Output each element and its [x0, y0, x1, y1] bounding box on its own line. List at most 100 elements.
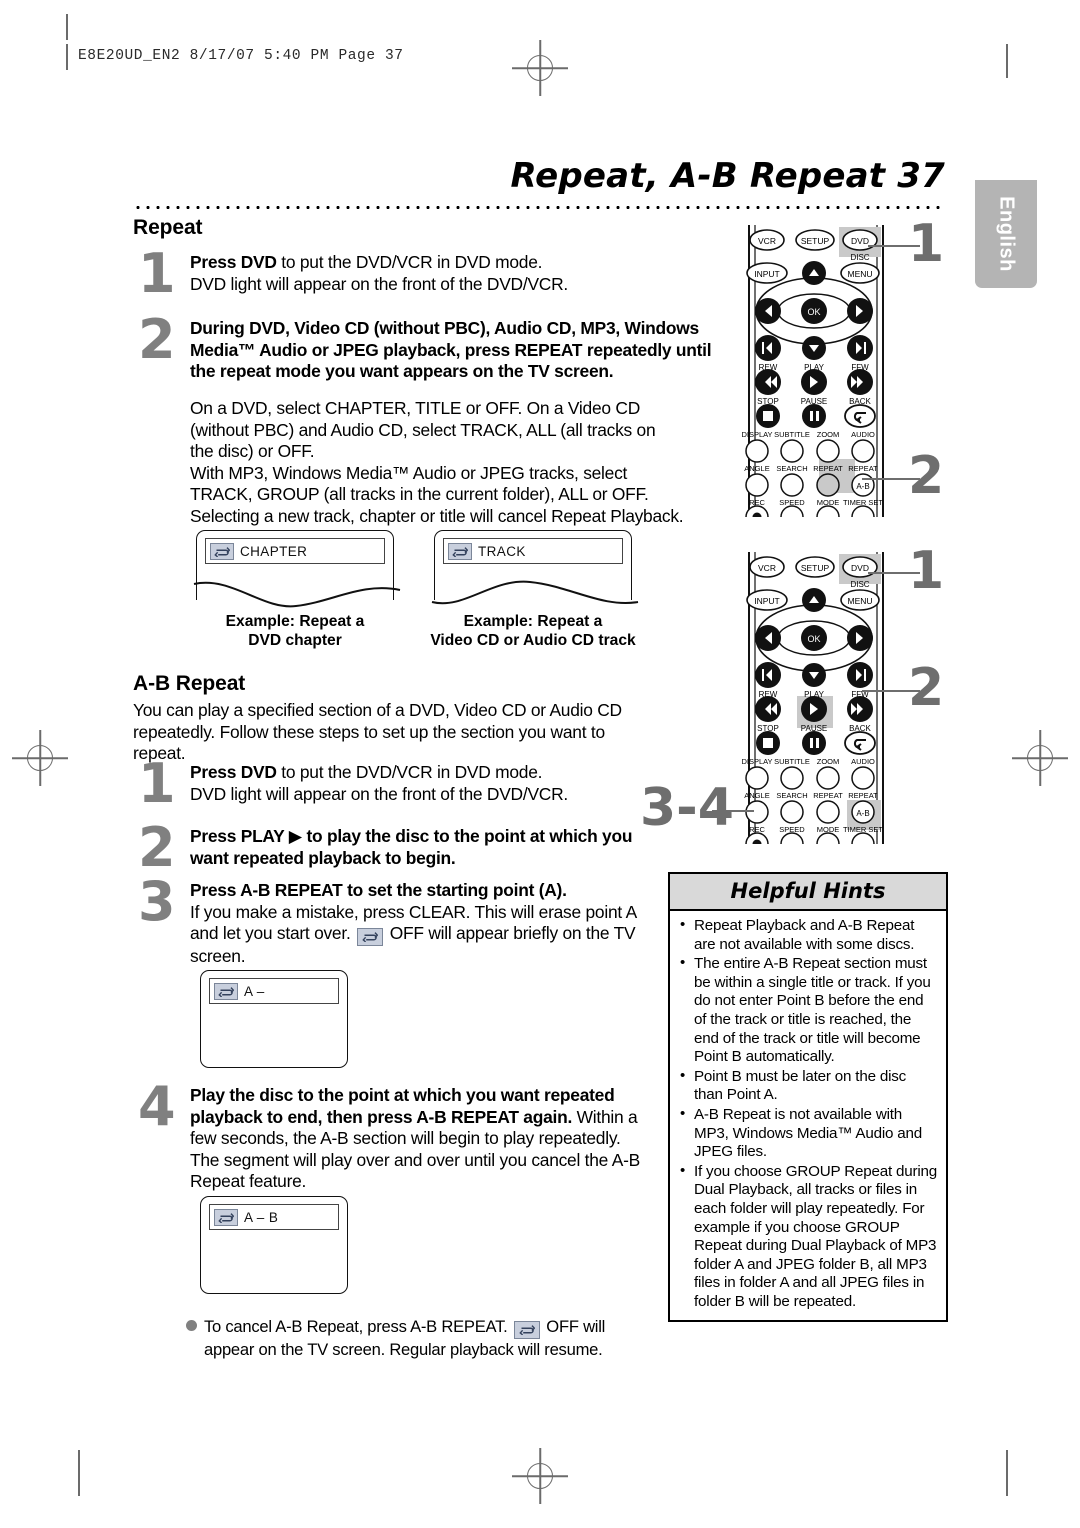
- ab-intro-line-1: You can play a specified section of a DV…: [133, 700, 622, 720]
- hint-item: Repeat Playback and A-B Repeat are not a…: [678, 916, 938, 954]
- helpful-hints-box: Helpful Hints Repeat Playback and A-B Re…: [668, 872, 948, 1323]
- svg-text:SETUP: SETUP: [801, 236, 830, 246]
- ab-repeat-heading: A-B Repeat: [133, 672, 246, 695]
- svg-text:AUDIO: AUDIO: [851, 757, 875, 766]
- osd-label-track: TRACK: [478, 543, 526, 559]
- svg-text:MENU: MENU: [847, 269, 872, 279]
- tv-screen-point-a: A –: [200, 970, 348, 1068]
- hint-item: The entire A-B Repeat section must be wi…: [678, 954, 938, 1067]
- ab-step-1-text: Press DVD to put the DVD/VCR in DVD mode…: [190, 762, 658, 806]
- cancel-note: To cancel A-B Repeat, press A-B REPEAT. …: [186, 1316, 656, 1360]
- repeat-detail-line-6: Selecting a new track, chapter or title …: [190, 505, 684, 526]
- svg-text:OK: OK: [807, 307, 820, 317]
- registration-mark-bottom: [512, 1448, 568, 1504]
- svg-text:INPUT: INPUT: [754, 269, 780, 279]
- repeat-step-1-text: Press DVD to put the DVD/VCR in DVD mode…: [190, 252, 708, 296]
- repeat-icon: [448, 542, 472, 560]
- repeat-detail-line-3: the disc) or OFF.: [190, 441, 315, 461]
- callout-top-2: 2: [908, 446, 945, 506]
- ab-step-1: 1 Press DVD to put the DVD/VCR in DVD mo…: [138, 752, 658, 815]
- helpful-hints-title: Helpful Hints: [670, 874, 946, 911]
- ab-step-2-text: Press PLAY ▶ to play the disc to the poi…: [190, 826, 633, 868]
- ab-step-1-lead-rest: to put the DVD/VCR in DVD mode.: [276, 762, 543, 782]
- repeat-step-2-text: During DVD, Video CD (without PBC), Audi…: [190, 318, 712, 381]
- ab-repeat-intro: You can play a specified section of a DV…: [133, 700, 653, 765]
- svg-text:SUBTITLE: SUBTITLE: [774, 757, 810, 766]
- osd-label-chapter: CHAPTER: [240, 543, 308, 559]
- ab-step-3-bold: Press A-B REPEAT to set the starting poi…: [190, 880, 567, 900]
- tv-example-chapter: CHAPTER: [193, 530, 401, 608]
- repeat-detail-line-1: On a DVD, select CHAPTER, TITLE or OFF. …: [190, 398, 641, 418]
- svg-text:ZOOM: ZOOM: [817, 430, 840, 439]
- svg-text:ANGLE: ANGLE: [744, 791, 769, 800]
- repeat-step-1-number: 1: [138, 242, 176, 305]
- registration-mark-top: [512, 40, 568, 96]
- tv-example-track: TRACK: [431, 530, 639, 605]
- svg-text:DISC: DISC: [850, 253, 869, 262]
- ab-step-1-lead: Press DVD: [190, 762, 277, 782]
- repeat-step-1-lead-rest: to put the DVD/VCR in DVD mode.: [276, 252, 543, 272]
- ab-step-3-number: 3: [138, 870, 176, 933]
- tv-screen-point-ab: A – B: [200, 1196, 348, 1294]
- registration-mark-left: [12, 730, 68, 786]
- ab-intro-line-2: repeatedly. Follow these steps to set up…: [133, 721, 605, 742]
- svg-text:SEARCH: SEARCH: [776, 791, 807, 800]
- svg-text:DVD: DVD: [851, 563, 869, 573]
- callout-bottom-1: 1: [908, 541, 945, 601]
- repeat-step-1-line2: DVD light will appear on the front of th…: [190, 273, 568, 294]
- osd-label-point-ab: A – B: [244, 1209, 279, 1225]
- svg-text:ZOOM: ZOOM: [817, 757, 840, 766]
- svg-text:REPEAT: REPEAT: [813, 791, 843, 800]
- svg-text:A-B: A-B: [856, 482, 869, 491]
- svg-text:DISPLAY: DISPLAY: [741, 757, 772, 766]
- svg-text:SEARCH: SEARCH: [776, 464, 807, 473]
- caption-chapter: Example: Repeat a DVD chapter: [196, 612, 394, 650]
- repeat-step-1: 1 Press DVD to put the DVD/VCR in DVD mo…: [138, 242, 708, 305]
- repeat-detail-line-5: TRACK, GROUP (all tracks in the current …: [190, 484, 649, 504]
- caption-track: Example: Repeat a Video CD or Audio CD t…: [413, 612, 653, 650]
- caption-chapter-line2: DVD chapter: [248, 632, 342, 649]
- print-slug: E8E20UD_EN2 8/17/07 5:40 PM Page 37: [78, 48, 404, 64]
- caption-track-line2: Video CD or Audio CD track: [430, 632, 636, 649]
- svg-text:REPEAT: REPEAT: [848, 791, 878, 800]
- helpful-hints-list: Repeat Playback and A-B Repeat are not a…: [670, 911, 946, 1320]
- svg-text:DVD: DVD: [851, 236, 869, 246]
- svg-text:DISC: DISC: [850, 580, 869, 589]
- remote-control-top: VCR SETUP DVD DISC INPUT MENU OK REW PLA…: [735, 225, 897, 517]
- ab-step-2-number: 2: [138, 816, 176, 879]
- hint-item: Point B must be later on the disc than P…: [678, 1067, 938, 1105]
- title-dotted-rule: [133, 205, 940, 210]
- repeat-icon: [214, 982, 238, 1000]
- repeat-step-2-detail: On a DVD, select CHAPTER, TITLE or OFF. …: [190, 398, 718, 527]
- svg-text:ANGLE: ANGLE: [744, 464, 769, 473]
- hint-item: A-B Repeat is not available with MP3, Wi…: [678, 1105, 938, 1162]
- callout-bottom-2: 2: [908, 658, 945, 718]
- repeat-step-2: 2 During DVD, Video CD (without PBC), Au…: [138, 313, 718, 383]
- osd-bar-point-ab: A – B: [209, 1204, 339, 1230]
- callout-top-1: 1: [908, 214, 945, 274]
- svg-text:REPEAT: REPEAT: [848, 464, 878, 473]
- svg-text:VCR: VCR: [758, 236, 776, 246]
- ab-step-3: 3 Press A-B REPEAT to set the starting p…: [138, 870, 648, 967]
- repeat-icon: [513, 1320, 540, 1339]
- caption-track-line1: Example: Repeat a: [463, 613, 603, 630]
- osd-bar-point-a: A –: [209, 978, 339, 1004]
- svg-text:VCR: VCR: [758, 563, 776, 573]
- repeat-icon: [214, 1208, 238, 1226]
- manual-page: E8E20UD_EN2 8/17/07 5:40 PM Page 37 Repe…: [0, 0, 1080, 1528]
- crop-mark-top-left: [66, 14, 68, 40]
- callout-bottom-3-4: 3-4: [640, 778, 734, 838]
- svg-text:INPUT: INPUT: [754, 596, 780, 606]
- ab-step-1-number: 1: [138, 752, 176, 815]
- ab-step-4-number: 4: [138, 1075, 176, 1138]
- repeat-heading: Repeat: [133, 216, 203, 239]
- ab-step-2: 2 Press PLAY ▶ to play the disc to the p…: [138, 816, 658, 879]
- remote-control-bottom: VCR SETUP DVD DISC INPUT MENU OK REW PLA…: [735, 552, 897, 844]
- torn-edge-track: [431, 580, 639, 605]
- crop-mark-bottom-right: [1006, 1450, 1008, 1496]
- osd-bar-chapter: CHAPTER: [205, 538, 385, 564]
- osd-label-point-a: A –: [244, 983, 265, 999]
- ab-step-4-text: Play the disc to the point at which you …: [190, 1085, 648, 1193]
- svg-text:OK: OK: [807, 634, 820, 644]
- slug-rule: [66, 44, 68, 70]
